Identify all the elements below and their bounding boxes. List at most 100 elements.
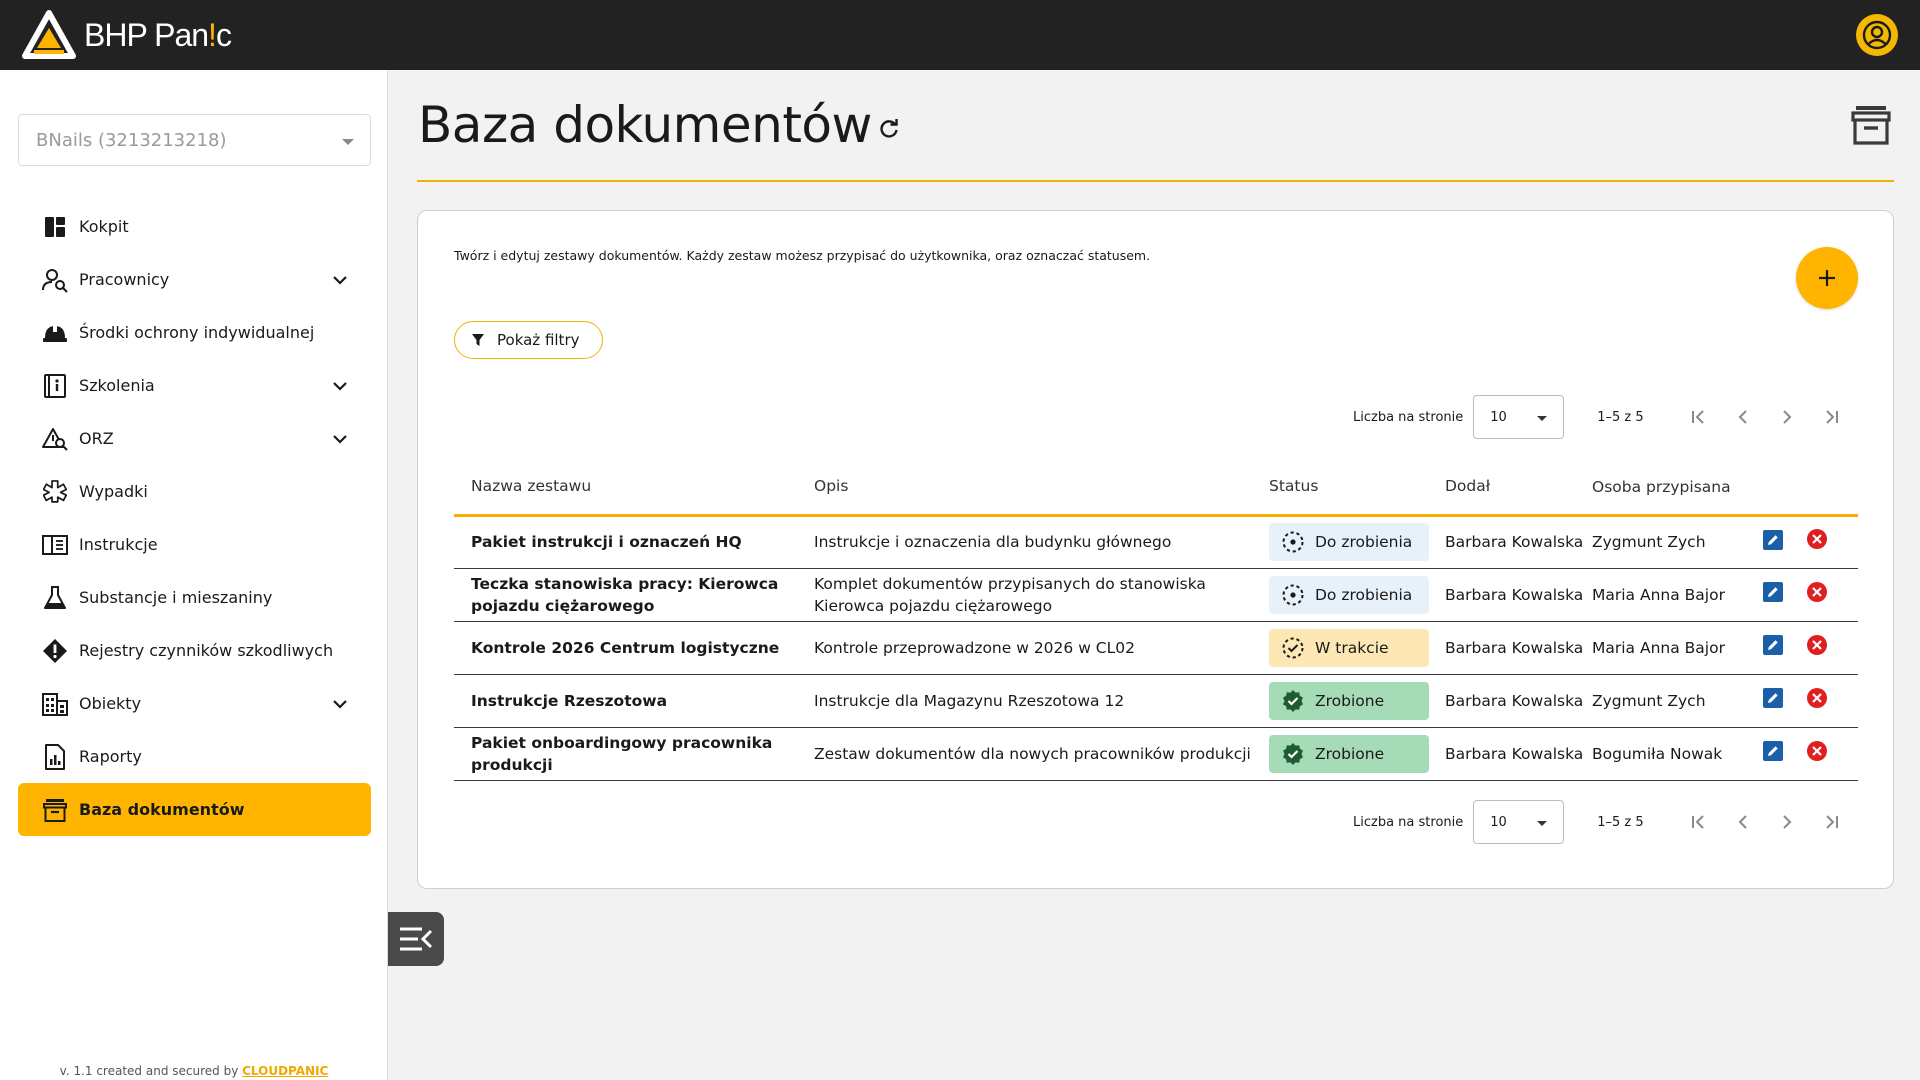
- card-description: Twórz i edytuj zestawy dokumentów. Każdy…: [454, 248, 1151, 263]
- row-name: Pakiet onboardingowy pracownika produkcj…: [454, 727, 814, 781]
- column-header-description[interactable]: Opis: [814, 459, 1269, 517]
- delete-icon[interactable]: [1806, 687, 1828, 709]
- next-page-icon[interactable]: [1775, 405, 1799, 429]
- page-title: Baza dokumentów: [418, 96, 872, 154]
- pagination-top: Liczba na stronie 10 1–5 z 5: [1353, 395, 1843, 439]
- first-page-icon[interactable]: [1687, 810, 1711, 834]
- todo-status-icon: [1282, 531, 1304, 553]
- page-range: 1–5 z 5: [1597, 814, 1644, 830]
- row-added-by: Barbara Kowalska: [1445, 727, 1592, 781]
- report-chart-icon: [42, 743, 68, 770]
- sidebar-item-rejestry[interactable]: Rejestry czynników szkodliwych: [18, 624, 371, 677]
- edit-icon[interactable]: [1762, 581, 1784, 603]
- sidebar-item-substancje[interactable]: Substancje i mieszaniny: [18, 571, 371, 624]
- last-page-icon[interactable]: [1819, 405, 1843, 429]
- previous-page-icon[interactable]: [1731, 810, 1755, 834]
- status-badge[interactable]: W trakcie: [1269, 628, 1429, 667]
- edit-icon[interactable]: [1762, 634, 1784, 656]
- sidebar-item-orz[interactable]: ORZ: [18, 412, 371, 465]
- per-page-label: Liczba na stronie: [1353, 814, 1464, 830]
- top-bar: BHP Pan!c: [0, 0, 1920, 70]
- delete-icon[interactable]: [1806, 634, 1828, 656]
- chevron-down-icon[interactable]: [329, 375, 351, 397]
- delete-icon[interactable]: [1806, 740, 1828, 762]
- edit-icon[interactable]: [1762, 529, 1784, 551]
- archive-button[interactable]: [1848, 100, 1894, 150]
- table-row[interactable]: Instrukcje Rzeszotowa Instrukcje dla Mag…: [454, 674, 1858, 728]
- company-select[interactable]: BNails (3213213218): [18, 114, 371, 166]
- last-page-icon[interactable]: [1819, 810, 1843, 834]
- hard-hat-icon: [42, 320, 68, 346]
- documents-card: Twórz i edytuj zestawy dokumentów. Każdy…: [417, 210, 1894, 889]
- cloudpanic-link[interactable]: CLOUDPANIC: [242, 1064, 328, 1078]
- show-filters-button[interactable]: Pokaż filtry: [454, 321, 603, 359]
- table-row[interactable]: Kontrole 2026 Centrum logistyczne Kontro…: [454, 621, 1858, 675]
- row-added-by: Barbara Kowalska: [1445, 674, 1592, 728]
- brand[interactable]: BHP Pan!c: [22, 10, 232, 60]
- refresh-button[interactable]: [874, 114, 904, 144]
- per-page-select[interactable]: 10: [1473, 395, 1565, 439]
- row-assigned: Bogumiła Nowak: [1592, 727, 1762, 781]
- first-page-icon[interactable]: [1687, 405, 1711, 429]
- bhp-panic-logo-icon: [22, 10, 76, 59]
- user-account-button[interactable]: [1856, 14, 1898, 56]
- per-page-select[interactable]: 10: [1473, 800, 1565, 844]
- table-header-row: Nazwa zestawu Opis Status Dodał Osoba pr…: [454, 459, 1858, 517]
- delete-icon[interactable]: [1806, 528, 1828, 550]
- row-description: Instrukcje dla Magazynu Rzeszotowa 12: [814, 674, 1269, 728]
- done-status-icon: [1283, 742, 1303, 765]
- sidebar-nav: Kokpit Pracownicy Środki ochrony indywid…: [18, 200, 371, 836]
- sidebar-item-raporty[interactable]: Raporty: [18, 730, 371, 783]
- sidebar-item-kokpit[interactable]: Kokpit: [18, 200, 371, 253]
- column-header-name[interactable]: Nazwa zestawu: [454, 459, 814, 517]
- todo-status-icon: [1282, 584, 1304, 605]
- brand-name: BHP Pan!c: [84, 16, 232, 53]
- sidebar-item-srodki-ochrony[interactable]: Środki ochrony indywidualnej: [18, 306, 371, 359]
- column-header-status[interactable]: Status: [1269, 459, 1445, 517]
- delete-icon[interactable]: [1806, 581, 1828, 603]
- sidebar: BNails (3213213218) Kokpit Pracownicy Śr…: [0, 70, 388, 1080]
- status-badge[interactable]: Zrobione: [1269, 681, 1429, 720]
- status-badge[interactable]: Zrobione: [1269, 734, 1429, 773]
- training-book-icon: [42, 373, 68, 399]
- next-page-icon[interactable]: [1775, 810, 1799, 834]
- row-description: Komplet dokumentów przypisanych do stano…: [814, 568, 1269, 622]
- row-name: Instrukcje Rzeszotowa: [454, 674, 814, 728]
- caret-down-icon: [342, 138, 354, 145]
- instructions-book-icon: [42, 532, 68, 558]
- sidebar-item-pracownicy[interactable]: Pracownicy: [18, 253, 371, 306]
- sidebar-item-szkolenia[interactable]: Szkolenia: [18, 359, 371, 412]
- table-row[interactable]: Pakiet onboardingowy pracownika produkcj…: [454, 727, 1858, 781]
- sidebar-item-obiekty[interactable]: Obiekty: [18, 677, 371, 730]
- column-header-added-by[interactable]: Dodał: [1445, 459, 1592, 517]
- column-header-assigned[interactable]: Osoba przypisana: [1592, 459, 1762, 517]
- status-badge[interactable]: Do zrobienia: [1269, 575, 1429, 614]
- show-filters-label: Pokaż filtry: [497, 331, 580, 349]
- chevron-down-icon[interactable]: [329, 693, 351, 715]
- plus-icon: [1819, 270, 1835, 286]
- title-divider: [417, 180, 1894, 182]
- chevron-down-icon[interactable]: [329, 428, 351, 450]
- row-name: Kontrole 2026 Centrum logistyczne: [454, 621, 814, 675]
- add-document-set-button[interactable]: [1796, 247, 1858, 309]
- status-badge[interactable]: Do zrobienia: [1269, 523, 1429, 561]
- edit-icon[interactable]: [1762, 740, 1784, 762]
- per-page-label: Liczba na stronie: [1353, 409, 1464, 425]
- collapse-sidebar-button[interactable]: [388, 912, 444, 966]
- row-description: Kontrole przeprowadzone w 2026 w CL02: [814, 621, 1269, 675]
- sidebar-item-instrukcje[interactable]: Instrukcje: [18, 518, 371, 571]
- sidebar-item-baza-dokumentow[interactable]: Baza dokumentów: [18, 783, 371, 836]
- table-row[interactable]: Teczka stanowiska pracy: Kierowca pojazd…: [454, 568, 1858, 622]
- sidebar-item-wypadki[interactable]: Wypadki: [18, 465, 371, 518]
- edit-icon[interactable]: [1762, 687, 1784, 709]
- menu-collapse-icon: [400, 927, 433, 951]
- chevron-down-icon[interactable]: [329, 269, 351, 291]
- user-search-icon: [42, 267, 68, 293]
- user-circle-icon: [1862, 20, 1892, 50]
- row-added-by: Barbara Kowalska: [1445, 515, 1592, 569]
- page-range: 1–5 z 5: [1597, 409, 1644, 425]
- table-row[interactable]: Pakiet instrukcji i oznaczeń HQ Instrukc…: [454, 515, 1858, 569]
- previous-page-icon[interactable]: [1731, 405, 1755, 429]
- hazard-diamond-icon: [42, 638, 68, 664]
- done-status-icon: [1283, 689, 1303, 712]
